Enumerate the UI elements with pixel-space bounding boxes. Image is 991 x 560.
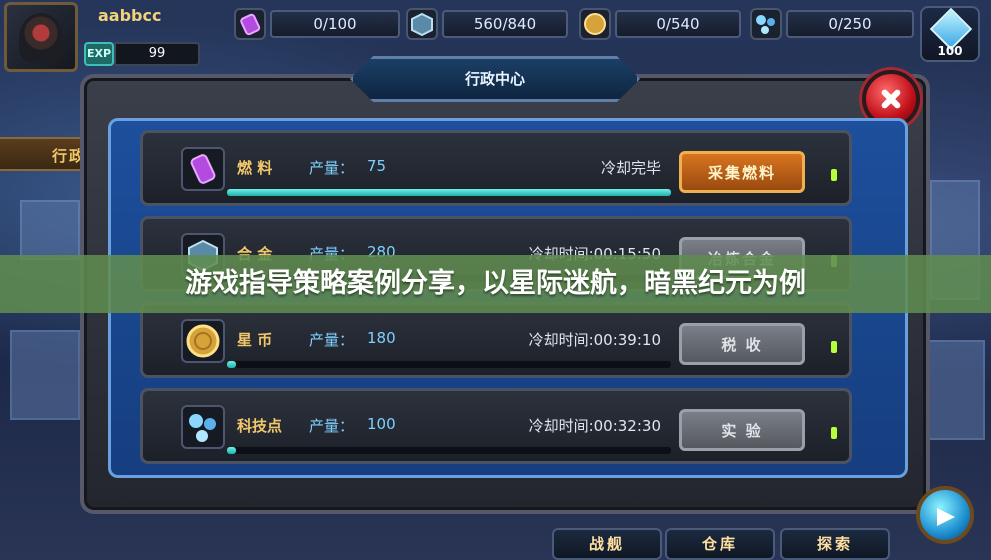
row-cooldown-fill (227, 361, 236, 368)
row-cooldown-bar (227, 189, 671, 196)
background-structure (20, 200, 80, 260)
row-resource-name: 星 币 (237, 331, 273, 349)
research-button[interactable]: 实 验 (679, 409, 805, 451)
nav-warships-button[interactable]: 战舰 (552, 528, 662, 560)
crystal-currency[interactable]: 100 (920, 6, 980, 62)
side-tab-admin[interactable]: 行政 (0, 137, 90, 171)
resource-alloy-value: 560/840 (442, 10, 568, 38)
article-title-banner: 游戏指导策略案例分享，以星际迷航，暗黑纪元为例 (0, 255, 991, 313)
row-cooldown-fill (227, 447, 236, 454)
panel-title: 行政中心 (464, 70, 525, 88)
resource-coin-value: 0/540 (615, 10, 741, 38)
alloy-crate-icon (406, 8, 438, 40)
row-production-label: 产量： (309, 331, 355, 349)
tech-orb-icon (181, 405, 225, 449)
next-arrow-button[interactable] (916, 486, 974, 544)
avatar-portrait-icon (19, 13, 63, 63)
arrow-right-icon (937, 508, 955, 526)
player-avatar[interactable] (4, 2, 78, 72)
row-indicator-light (831, 427, 837, 439)
fuel-canister-icon (181, 147, 225, 191)
resource-tech-value: 0/250 (786, 10, 914, 38)
exp-value: 99 (114, 42, 200, 66)
row-cooldown-fill (227, 189, 671, 196)
player-name: aabbcc (98, 6, 162, 25)
resource-fuel-value: 0/100 (270, 10, 400, 38)
row-indicator-light (831, 341, 837, 353)
row-resource-name: 科技点 (237, 417, 283, 435)
row-production-label: 产量： (309, 417, 355, 435)
exp-badge: EXP (84, 42, 114, 66)
fuel-canister-icon (234, 8, 266, 40)
nav-explore-button[interactable]: 探索 (780, 528, 890, 560)
row-production-label: 产量： (309, 159, 355, 177)
tax-button[interactable]: 税 收 (679, 323, 805, 365)
resource-row-coin: 星 币 产量： 180 冷却时间:00:39:10 税 收 (140, 302, 852, 378)
crystal-value: 100 (937, 44, 963, 58)
row-production-value: 180 (367, 329, 396, 347)
row-cooldown-bar (227, 447, 671, 454)
collect-fuel-button[interactable]: 采集燃料 (679, 151, 805, 193)
background-structure (10, 330, 80, 420)
resource-row-tech: 科技点 产量： 100 冷却时间:00:32:30 实 验 (140, 388, 852, 464)
row-production-value: 75 (367, 157, 387, 175)
row-resource-name: 燃 料 (237, 159, 273, 177)
star-coin-icon (579, 8, 611, 40)
resource-row-fuel: 燃 料 产量： 75 冷却完毕 采集燃料 (140, 130, 852, 206)
row-cooldown-status: 冷却时间:00:39:10 (528, 331, 661, 349)
row-cooldown-status: 冷却完毕 (600, 159, 661, 177)
row-indicator-light (831, 169, 837, 181)
row-production-value: 100 (367, 415, 396, 433)
nav-warehouse-button[interactable]: 仓库 (665, 528, 775, 560)
row-cooldown-bar (227, 361, 671, 368)
tech-orb-icon (750, 8, 782, 40)
star-coin-icon (181, 319, 225, 363)
background-structure (925, 340, 985, 440)
row-cooldown-status: 冷却时间:00:32:30 (528, 417, 661, 435)
